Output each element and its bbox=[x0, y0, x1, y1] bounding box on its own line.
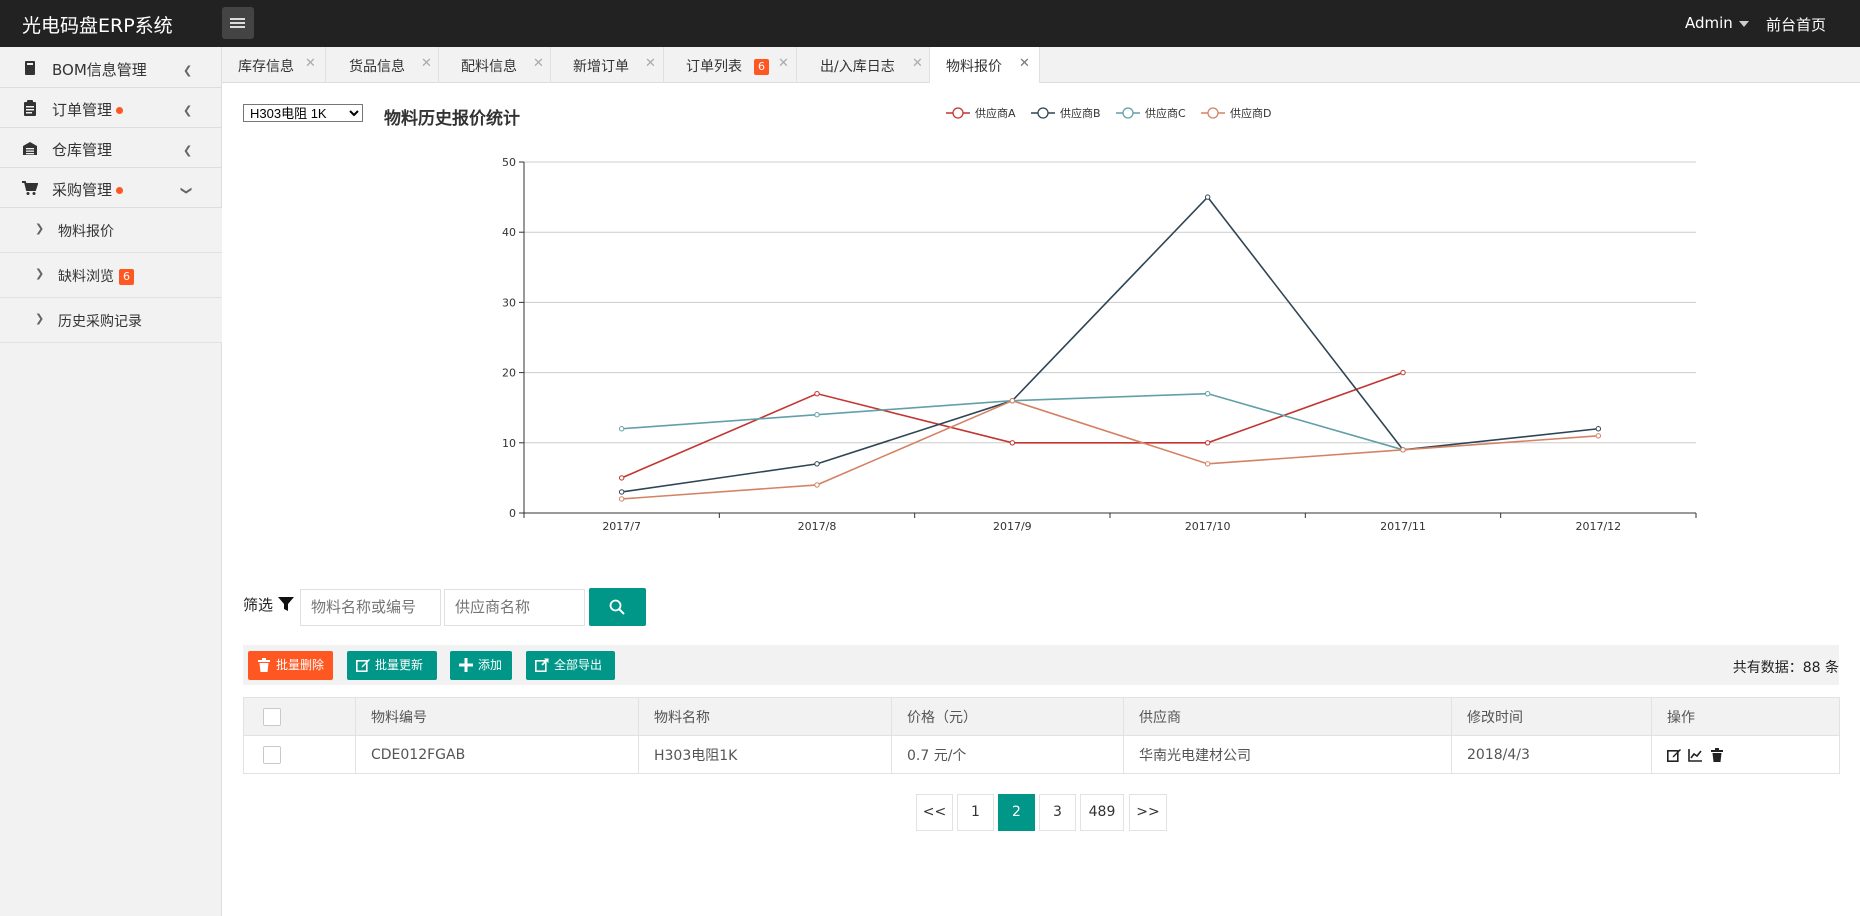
data-point bbox=[1204, 194, 1211, 200]
data-point bbox=[814, 412, 820, 418]
legend-label: 供应商C bbox=[1145, 106, 1186, 120]
export-icon bbox=[535, 658, 549, 672]
supplier-cell: 华南光电建材公司 bbox=[1123, 735, 1452, 774]
column-header: 物料编号 bbox=[355, 697, 639, 736]
data-point bbox=[1204, 390, 1211, 397]
data-point bbox=[814, 461, 820, 467]
x-tick-label: 2017/12 bbox=[1575, 520, 1621, 533]
data-point bbox=[1009, 440, 1016, 446]
trash-icon bbox=[258, 658, 270, 672]
button-label: 添加 bbox=[478, 658, 503, 672]
plus-icon bbox=[459, 658, 473, 672]
data-point bbox=[618, 496, 625, 502]
search-button[interactable] bbox=[589, 588, 646, 626]
legend-marker bbox=[952, 107, 964, 119]
modified-time-cell: 2018/4/3 bbox=[1451, 735, 1652, 774]
button-label: 批量更新 bbox=[375, 658, 424, 672]
data-point bbox=[1204, 461, 1211, 467]
page-prev-button[interactable]: << bbox=[916, 794, 953, 831]
page-button-3[interactable]: 3 bbox=[1039, 794, 1076, 831]
data-point bbox=[618, 489, 625, 495]
batch-delete-button[interactable]: 批量删除 bbox=[248, 651, 333, 680]
add-button[interactable]: 添加 bbox=[450, 651, 512, 680]
material-search-input[interactable] bbox=[300, 589, 441, 626]
page-button-2[interactable]: 2 bbox=[998, 794, 1035, 831]
page-next-button[interactable]: >> bbox=[1129, 794, 1167, 831]
y-tick-label: 0 bbox=[509, 507, 516, 520]
x-tick-label: 2017/10 bbox=[1185, 520, 1231, 533]
edit-icon[interactable] bbox=[1667, 748, 1681, 762]
trash-icon[interactable] bbox=[1710, 747, 1724, 762]
data-point bbox=[1595, 433, 1602, 439]
x-tick-label: 2017/11 bbox=[1380, 520, 1426, 533]
actions-cell bbox=[1651, 735, 1840, 774]
filter-icon bbox=[278, 597, 294, 611]
column-header: 操作 bbox=[1651, 697, 1840, 736]
y-tick-label: 20 bbox=[502, 367, 516, 380]
legend-marker bbox=[1207, 107, 1219, 119]
line-chart-icon[interactable] bbox=[1688, 748, 1703, 762]
legend-marker bbox=[1037, 107, 1049, 119]
button-label: 全部导出 bbox=[554, 658, 603, 672]
x-tick-label: 2017/8 bbox=[798, 520, 837, 533]
batch-update-button[interactable]: 批量更新 bbox=[347, 651, 437, 680]
legend-label: 供应商A bbox=[975, 106, 1016, 120]
table-toolbar: 批量删除 批量更新 添加 全部导出 共有数据：88 条 bbox=[243, 645, 1839, 685]
total-count: 共有数据：88 条 bbox=[1732, 660, 1839, 676]
legend-marker bbox=[1122, 107, 1134, 119]
price-cell: 0.7 元/个 bbox=[891, 735, 1124, 774]
filter-label: 筛选 bbox=[243, 596, 274, 614]
quote-table: 物料编号 物料名称 价格（元） 供应商 修改时间 操作 CDE012FGAB H… bbox=[243, 697, 1840, 774]
data-point bbox=[1009, 397, 1016, 404]
x-tick-label: 2017/7 bbox=[602, 520, 641, 533]
column-header: 价格（元） bbox=[891, 697, 1124, 736]
select-all-checkbox[interactable] bbox=[263, 707, 281, 726]
data-point bbox=[1400, 369, 1406, 376]
row-checkbox[interactable] bbox=[263, 745, 281, 764]
data-point bbox=[618, 426, 625, 432]
data-point bbox=[618, 475, 625, 481]
data-point bbox=[1595, 426, 1602, 432]
edit-icon bbox=[356, 659, 370, 672]
supplier-search-input[interactable] bbox=[444, 589, 585, 626]
material-code-cell: CDE012FGAB bbox=[355, 735, 639, 774]
export-all-button[interactable]: 全部导出 bbox=[526, 651, 615, 680]
page-button-1[interactable]: 1 bbox=[957, 794, 994, 831]
button-label: 批量删除 bbox=[276, 658, 325, 672]
data-point bbox=[814, 390, 820, 397]
series-line bbox=[621, 371, 1404, 479]
series-line bbox=[621, 195, 1599, 493]
y-tick-label: 50 bbox=[502, 156, 516, 169]
column-header: 供应商 bbox=[1123, 697, 1452, 736]
y-tick-label: 30 bbox=[502, 296, 516, 309]
column-header: 物料名称 bbox=[638, 697, 892, 736]
legend-label: 供应商B bbox=[1060, 106, 1101, 120]
data-point bbox=[1204, 440, 1211, 446]
legend-label: 供应商D bbox=[1230, 106, 1271, 120]
select-all-cell bbox=[243, 697, 356, 736]
data-point bbox=[814, 482, 820, 488]
data-point bbox=[1400, 447, 1406, 453]
page-button-489[interactable]: 489 bbox=[1080, 794, 1124, 831]
row-select-cell bbox=[243, 735, 356, 774]
price-history-chart: 0 10 20 30 40 50 2017/7 2017/8 2017/9 2017/10 2017… bbox=[502, 106, 1697, 533]
table-header-row: 物料编号 物料名称 价格（元） 供应商 修改时间 操作 bbox=[243, 697, 1840, 736]
x-tick-label: 2017/9 bbox=[993, 520, 1032, 533]
material-name-cell: H303电阻1K bbox=[638, 735, 892, 774]
table-row: CDE012FGAB H303电阻1K 0.7 元/个 华南光电建材公司 201… bbox=[243, 735, 1840, 774]
y-tick-label: 10 bbox=[502, 437, 516, 450]
column-header: 修改时间 bbox=[1451, 697, 1652, 736]
y-tick-label: 40 bbox=[502, 226, 516, 239]
search-icon bbox=[609, 599, 625, 615]
